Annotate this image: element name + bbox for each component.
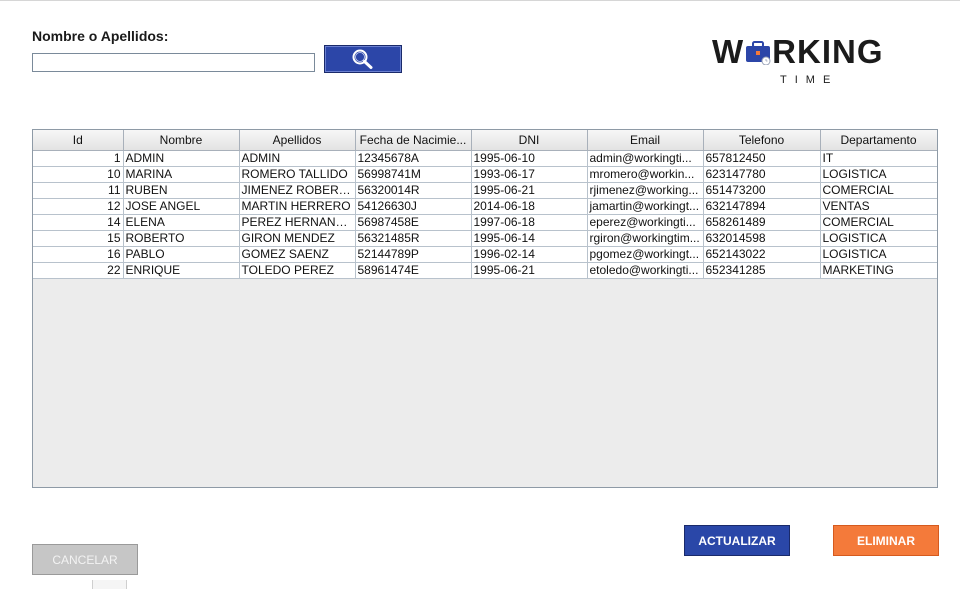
logo-word-right: RKING bbox=[772, 33, 884, 70]
cell-nombre: RUBEN bbox=[123, 182, 240, 199]
search-button[interactable] bbox=[324, 45, 402, 73]
cell-telefono: 652143022 bbox=[703, 246, 821, 263]
table-row[interactable]: 11 RUBEN JIMENEZ ROBERTO 56320014R 1995-… bbox=[33, 182, 937, 199]
column-header-id[interactable]: Id bbox=[33, 130, 124, 151]
cell-fecha: 56320014R bbox=[355, 182, 472, 199]
cell-email: jamartin@workingt... bbox=[587, 198, 704, 215]
column-header-apellidos[interactable]: Apellidos bbox=[239, 130, 356, 151]
working-time-logo: W RKING TIME bbox=[712, 34, 904, 90]
window-edge-fragment bbox=[92, 580, 127, 589]
delete-button[interactable]: ELIMINAR bbox=[833, 525, 939, 556]
table-row[interactable]: 10 MARINA ROMERO TALLIDO 56998741M 1993-… bbox=[33, 166, 937, 183]
cell-dni: 1993-06-17 bbox=[471, 166, 588, 183]
cell-telefono: 632147894 bbox=[703, 198, 821, 215]
cell-nombre: ENRIQUE bbox=[123, 262, 240, 279]
cell-email: etoledo@workingti... bbox=[587, 262, 704, 279]
cell-telefono: 651473200 bbox=[703, 182, 821, 199]
search-input[interactable] bbox=[32, 53, 315, 72]
cell-fecha: 58961474E bbox=[355, 262, 472, 279]
table-header-row: Id Nombre Apellidos Fecha de Nacimie... … bbox=[33, 130, 937, 151]
cell-dni: 2014-06-18 bbox=[471, 198, 588, 215]
table-row[interactable]: 12 JOSE ANGEL MARTIN HERRERO 54126630J 2… bbox=[33, 198, 937, 215]
cell-nombre: ADMIN bbox=[123, 150, 240, 167]
cell-dni: 1995-06-14 bbox=[471, 230, 588, 247]
table-row[interactable]: 15 ROBERTO GIRON MENDEZ 56321485R 1995-0… bbox=[33, 230, 937, 247]
cell-fecha: 54126630J bbox=[355, 198, 472, 215]
briefcase-clock-icon bbox=[746, 41, 771, 65]
cell-telefono: 658261489 bbox=[703, 214, 821, 231]
cell-apellidos: PEREZ HERNAND... bbox=[239, 214, 356, 231]
cell-id: 11 bbox=[33, 182, 124, 199]
column-header-departamento[interactable]: Departamento bbox=[820, 130, 937, 151]
cell-dni: 1995-06-10 bbox=[471, 150, 588, 167]
cell-telefono: 632014598 bbox=[703, 230, 821, 247]
cell-nombre: JOSE ANGEL bbox=[123, 198, 240, 215]
cell-fecha: 56987458E bbox=[355, 214, 472, 231]
cell-apellidos: GIRON MENDEZ bbox=[239, 230, 356, 247]
update-button[interactable]: ACTUALIZAR bbox=[684, 525, 790, 556]
column-header-fecha[interactable]: Fecha de Nacimie... bbox=[355, 130, 472, 151]
cancel-button[interactable]: CANCELAR bbox=[32, 544, 138, 575]
table-row[interactable]: 1 ADMIN ADMIN 12345678A 1995-06-10 admin… bbox=[33, 150, 937, 167]
cell-departamento: LOGISTICA bbox=[820, 246, 937, 263]
table-row[interactable]: 22 ENRIQUE TOLEDO PEREZ 58961474E 1995-0… bbox=[33, 262, 937, 279]
cell-telefono: 657812450 bbox=[703, 150, 821, 167]
cell-id: 15 bbox=[33, 230, 124, 247]
column-header-telefono[interactable]: Telefono bbox=[703, 130, 821, 151]
top-divider bbox=[0, 0, 960, 1]
cell-id: 14 bbox=[33, 214, 124, 231]
cell-fecha: 56321485R bbox=[355, 230, 472, 247]
cell-id: 16 bbox=[33, 246, 124, 263]
cell-nombre: ROBERTO bbox=[123, 230, 240, 247]
logo-word-left: W bbox=[712, 33, 745, 70]
cell-apellidos: TOLEDO PEREZ bbox=[239, 262, 356, 279]
cell-email: pgomez@workingt... bbox=[587, 246, 704, 263]
search-icon bbox=[352, 49, 373, 69]
column-header-dni[interactable]: DNI bbox=[471, 130, 588, 151]
cell-departamento: MARKETING bbox=[820, 262, 937, 279]
cell-fecha: 52144789P bbox=[355, 246, 472, 263]
search-label: Nombre o Apellidos: bbox=[32, 28, 169, 44]
cell-fecha: 12345678A bbox=[355, 150, 472, 167]
cell-id: 22 bbox=[33, 262, 124, 279]
cell-email: mromero@workin... bbox=[587, 166, 704, 183]
cell-telefono: 652341285 bbox=[703, 262, 821, 279]
cell-dni: 1996-02-14 bbox=[471, 246, 588, 263]
cell-departamento: IT bbox=[820, 150, 937, 167]
cell-departamento: LOGISTICA bbox=[820, 166, 937, 183]
logo-subtitle: TIME bbox=[780, 74, 839, 86]
cell-apellidos: GOMEZ SAENZ bbox=[239, 246, 356, 263]
cell-nombre: ELENA bbox=[123, 214, 240, 231]
cell-dni: 1997-06-18 bbox=[471, 214, 588, 231]
cell-id: 12 bbox=[33, 198, 124, 215]
cell-departamento: COMERCIAL bbox=[820, 214, 937, 231]
cell-departamento: COMERCIAL bbox=[820, 182, 937, 199]
cell-email: rjimenez@working... bbox=[587, 182, 704, 199]
cell-fecha: 56998741M bbox=[355, 166, 472, 183]
cell-apellidos: JIMENEZ ROBERTO bbox=[239, 182, 356, 199]
cell-nombre: MARINA bbox=[123, 166, 240, 183]
cell-dni: 1995-06-21 bbox=[471, 182, 588, 199]
cell-dni: 1995-06-21 bbox=[471, 262, 588, 279]
cell-email: eperez@workingti... bbox=[587, 214, 704, 231]
column-header-nombre[interactable]: Nombre bbox=[123, 130, 240, 151]
cell-apellidos: MARTIN HERRERO bbox=[239, 198, 356, 215]
table-row[interactable]: 16 PABLO GOMEZ SAENZ 52144789P 1996-02-1… bbox=[33, 246, 937, 263]
table-row[interactable]: 14 ELENA PEREZ HERNAND... 56987458E 1997… bbox=[33, 214, 937, 231]
cell-departamento: LOGISTICA bbox=[820, 230, 937, 247]
cell-email: rgiron@workingtim... bbox=[587, 230, 704, 247]
cell-telefono: 623147780 bbox=[703, 166, 821, 183]
cell-id: 10 bbox=[33, 166, 124, 183]
cell-departamento: VENTAS bbox=[820, 198, 937, 215]
cell-apellidos: ROMERO TALLIDO bbox=[239, 166, 356, 183]
cell-apellidos: ADMIN bbox=[239, 150, 356, 167]
employees-table: Id Nombre Apellidos Fecha de Nacimie... … bbox=[32, 129, 938, 488]
cell-id: 1 bbox=[33, 150, 124, 167]
column-header-email[interactable]: Email bbox=[587, 130, 704, 151]
cell-email: admin@workingti... bbox=[587, 150, 704, 167]
cell-nombre: PABLO bbox=[123, 246, 240, 263]
